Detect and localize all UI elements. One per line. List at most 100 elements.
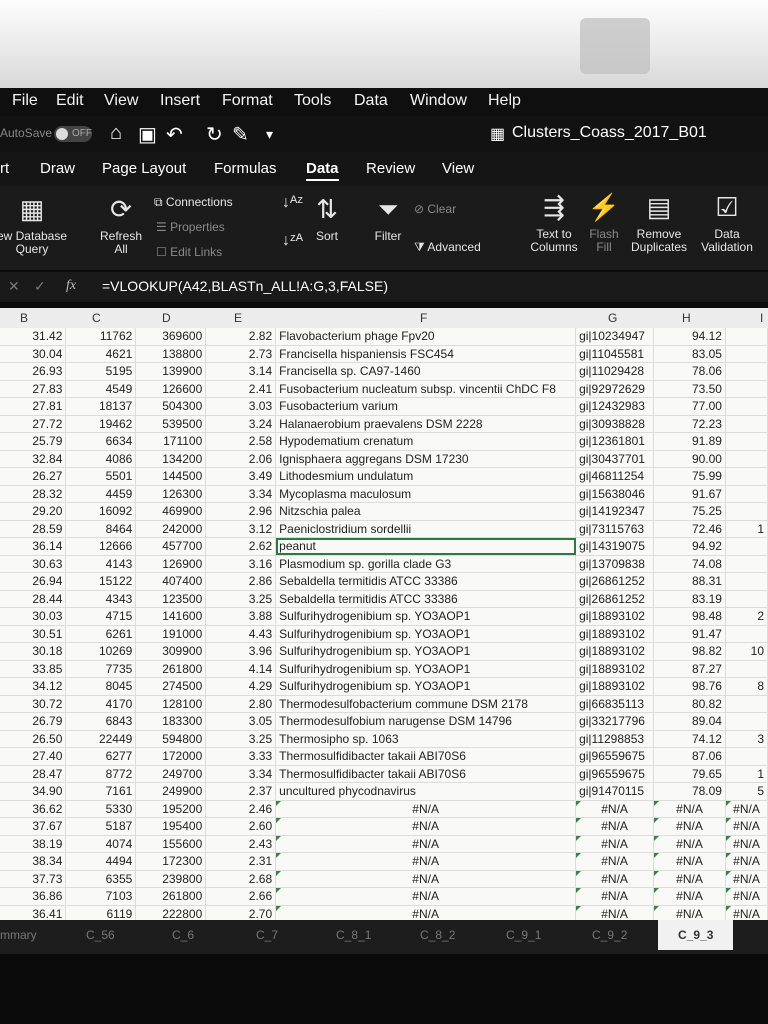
cell-h[interactable]: 74.12 bbox=[653, 730, 726, 748]
tab-insert[interactable]: rt bbox=[0, 160, 9, 177]
cell-h[interactable]: 89.04 bbox=[653, 712, 726, 731]
cell-c[interactable]: 4549 bbox=[65, 380, 137, 398]
cell-b[interactable]: 36.62 bbox=[0, 800, 67, 818]
cell-c[interactable]: 7103 bbox=[65, 887, 137, 906]
cell-i[interactable]: 2 bbox=[725, 607, 768, 626]
menu-window[interactable]: Window bbox=[410, 92, 467, 110]
cell-e[interactable]: 2.58 bbox=[205, 432, 277, 451]
column-header-d[interactable]: D bbox=[162, 311, 171, 325]
cell-e[interactable]: 2.96 bbox=[205, 502, 277, 521]
cell-g[interactable]: gi|10234947 bbox=[575, 328, 655, 346]
cell-f[interactable]: Fusobacterium nucleatum subsp. vincentii… bbox=[275, 380, 577, 398]
cell-i[interactable] bbox=[725, 537, 768, 556]
cell-d[interactable]: 195400 bbox=[135, 817, 207, 836]
cell-b[interactable]: 30.03 bbox=[0, 607, 67, 626]
flash-fill-button[interactable]: ⚡ Flash Fill bbox=[584, 192, 624, 254]
cell-f[interactable]: Fusobacterium varium bbox=[275, 397, 577, 416]
cell-h[interactable]: 91.89 bbox=[653, 432, 726, 451]
cell-i[interactable]: 1 bbox=[725, 765, 768, 783]
cell-f[interactable]: Sebaldella termitidis ATCC 33386 bbox=[275, 590, 577, 608]
tab-page-layout[interactable]: Page Layout bbox=[102, 160, 186, 177]
cell-h[interactable]: 94.92 bbox=[653, 537, 726, 556]
cell-h[interactable]: 88.31 bbox=[653, 572, 726, 591]
cell-c[interactable]: 6277 bbox=[65, 747, 137, 766]
cell-e[interactable]: 3.24 bbox=[205, 415, 277, 433]
edit-icon[interactable]: ✎ bbox=[232, 122, 249, 147]
cell-f[interactable]: Halanaerobium praevalens DSM 2228 bbox=[275, 415, 577, 433]
cell-h[interactable]: 94.12 bbox=[653, 328, 726, 346]
cell-e[interactable]: 2.70 bbox=[205, 905, 277, 920]
cell-e[interactable]: 2.68 bbox=[205, 870, 277, 888]
column-header-b[interactable]: B bbox=[20, 311, 28, 325]
cell-c[interactable]: 19462 bbox=[65, 415, 137, 433]
cell-i[interactable]: #N/A bbox=[725, 887, 768, 906]
cell-d[interactable]: 171100 bbox=[135, 432, 207, 451]
cell-f[interactable]: #N/A bbox=[275, 887, 577, 906]
sheet-tab[interactable]: C_9_1 bbox=[506, 928, 541, 942]
cell-e[interactable]: 3.49 bbox=[205, 467, 277, 486]
cell-b[interactable]: 33.85 bbox=[0, 660, 67, 678]
cell-f[interactable]: Ignisphaera aggregans DSM 17230 bbox=[275, 450, 577, 468]
cell-b[interactable]: 26.79 bbox=[0, 712, 67, 731]
cell-b[interactable]: 36.14 bbox=[0, 537, 67, 556]
cell-f[interactable]: Thermodesulfobium narugense DSM 14796 bbox=[275, 712, 577, 731]
cell-f[interactable]: #N/A bbox=[275, 905, 577, 920]
cell-i[interactable]: 10 bbox=[725, 642, 768, 661]
cell-e[interactable]: 2.66 bbox=[205, 887, 277, 906]
cell-c[interactable]: 22449 bbox=[65, 730, 137, 748]
tab-draw[interactable]: Draw bbox=[40, 160, 75, 177]
cell-g[interactable]: #N/A bbox=[575, 887, 655, 906]
cell-d[interactable]: 172300 bbox=[135, 852, 207, 871]
cell-b[interactable]: 30.18 bbox=[0, 642, 67, 661]
filter-button[interactable]: ⏷ Filter bbox=[368, 194, 408, 243]
cell-h[interactable]: 83.05 bbox=[653, 345, 726, 363]
cell-h[interactable]: 98.48 bbox=[653, 607, 726, 626]
cell-h[interactable]: #N/A bbox=[653, 852, 726, 871]
cell-i[interactable] bbox=[725, 450, 768, 468]
cell-h[interactable]: #N/A bbox=[653, 835, 726, 853]
advanced-filter-button[interactable]: ⧩ Advanced bbox=[414, 240, 481, 255]
cell-d[interactable]: 539500 bbox=[135, 415, 207, 433]
cell-b[interactable]: 28.44 bbox=[0, 590, 67, 608]
column-header-e[interactable]: E bbox=[234, 311, 242, 325]
cell-b[interactable]: 28.32 bbox=[0, 485, 67, 503]
cell-d[interactable]: 594800 bbox=[135, 730, 207, 748]
cell-i[interactable] bbox=[725, 555, 768, 573]
cell-f[interactable]: Thermodesulfobacterium commune DSM 2178 bbox=[275, 695, 577, 713]
cell-c[interactable]: 8045 bbox=[65, 677, 137, 696]
cell-b[interactable]: 30.72 bbox=[0, 695, 67, 713]
cell-d[interactable]: 309900 bbox=[135, 642, 207, 661]
cell-e[interactable]: 3.05 bbox=[205, 712, 277, 731]
cell-d[interactable]: 239800 bbox=[135, 870, 207, 888]
cell-h[interactable]: 77.00 bbox=[653, 397, 726, 416]
cell-c[interactable]: 4459 bbox=[65, 485, 137, 503]
cell-f[interactable]: Lithodesmium undulatum bbox=[275, 467, 577, 486]
cell-g[interactable]: #N/A bbox=[575, 870, 655, 888]
cell-g[interactable]: gi|12361801 bbox=[575, 432, 655, 451]
cell-c[interactable]: 8772 bbox=[65, 765, 137, 783]
cell-h[interactable]: 90.00 bbox=[653, 450, 726, 468]
cell-f[interactable]: #N/A bbox=[275, 852, 577, 871]
cell-b[interactable]: 34.90 bbox=[0, 782, 67, 801]
cell-c[interactable]: 4074 bbox=[65, 835, 137, 853]
cell-g[interactable]: gi|13709838 bbox=[575, 555, 655, 573]
edit-links-button[interactable]: ☐ Edit Links bbox=[156, 245, 222, 259]
menu-insert[interactable]: Insert bbox=[160, 92, 200, 110]
fx-label[interactable]: fx bbox=[66, 278, 76, 294]
cell-c[interactable]: 18137 bbox=[65, 397, 137, 416]
text-to-columns-button[interactable]: ⇶ Text to Columns bbox=[526, 192, 582, 254]
cell-g[interactable]: gi|14192347 bbox=[575, 502, 655, 521]
cell-i[interactable]: #N/A bbox=[725, 905, 768, 920]
cell-g[interactable]: #N/A bbox=[575, 905, 655, 920]
cell-i[interactable]: #N/A bbox=[725, 852, 768, 871]
cell-d[interactable]: 141600 bbox=[135, 607, 207, 626]
sheet-tab[interactable]: C_8_2 bbox=[420, 928, 455, 942]
cancel-icon[interactable]: ✕ bbox=[8, 278, 20, 295]
cell-h[interactable]: 91.47 bbox=[653, 625, 726, 643]
cell-h[interactable]: #N/A bbox=[653, 800, 726, 818]
cell-f[interactable]: #N/A bbox=[275, 870, 577, 888]
cell-i[interactable] bbox=[725, 625, 768, 643]
cell-i[interactable] bbox=[725, 415, 768, 433]
cell-f[interactable]: Thermosulfidibacter takaii ABI70S6 bbox=[275, 747, 577, 766]
cell-d[interactable]: 123500 bbox=[135, 590, 207, 608]
